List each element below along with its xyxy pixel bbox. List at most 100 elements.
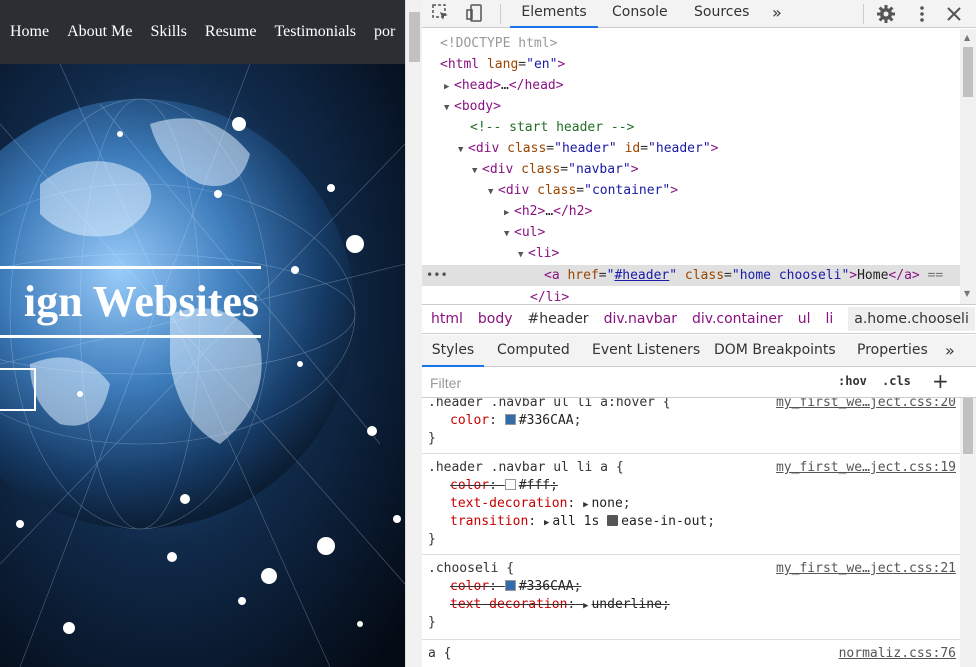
style-property-overridden[interactable]: color: #336CAA;	[450, 578, 581, 596]
tag-name: a	[904, 268, 912, 283]
dom-node-doctype[interactable]: <!DOCTYPE html>	[422, 33, 960, 54]
rule-selector[interactable]: a {	[428, 645, 451, 663]
scroll-up-icon[interactable]: ▲	[964, 33, 970, 42]
collapse-triangle-icon[interactable]: ▼	[472, 161, 482, 182]
breadcrumb-navbar[interactable]: div.navbar	[604, 311, 677, 327]
style-property[interactable]: text-decoration: ▶ none;	[450, 495, 631, 513]
expand-triangle-icon[interactable]: ▶	[504, 203, 514, 224]
collapse-triangle-icon[interactable]: ▼	[518, 245, 528, 266]
expand-arrow-icon[interactable]: ▶	[544, 514, 549, 532]
style-property[interactable]: transition: ▶ all 1s ease-in-out;	[450, 513, 715, 531]
dom-tree[interactable]: <!DOCTYPE html> <html lang="en"> ▶ <head>…	[422, 29, 960, 304]
rule-selector[interactable]: .header .navbar ul li a {	[428, 459, 624, 477]
attr-name: lang	[486, 57, 519, 72]
breadcrumb-body[interactable]: body	[478, 311, 513, 327]
breadcrumb-html[interactable]: html	[431, 311, 463, 327]
rule-source-link[interactable]: my_first_we…ject.css:19	[776, 459, 956, 477]
easing-editor-icon[interactable]	[607, 515, 619, 526]
more-subtabs-button[interactable]: »	[945, 335, 955, 367]
tab-elements[interactable]: Elements	[510, 0, 598, 28]
styles-scrollbar[interactable]	[960, 398, 976, 667]
styles-filter-bar: :hov .cls +	[422, 368, 976, 398]
dom-node-li[interactable]: ▼ <li>	[422, 243, 960, 264]
nav-link-portfolio[interactable]: por	[374, 23, 395, 41]
collapse-triangle-icon[interactable]: ▼	[458, 140, 468, 161]
breadcrumb-container[interactable]: div.container	[692, 311, 783, 327]
attr-link-value[interactable]: #header	[614, 268, 669, 283]
breadcrumb-anchor[interactable]: a.home.chooseli	[848, 307, 975, 331]
breadcrumb-header[interactable]: #header	[528, 311, 589, 327]
collapse-triangle-icon[interactable]: ▼	[504, 224, 514, 245]
rule-selector[interactable]: .chooseli {	[428, 560, 514, 578]
subtab-computed[interactable]: Computed	[497, 335, 570, 367]
nav-link-about[interactable]: About Me	[67, 23, 132, 41]
style-rules-pane[interactable]: .header .navbar ul li a:hover { my_first…	[422, 398, 960, 667]
dom-node-body[interactable]: ▼ <body>	[422, 96, 960, 117]
tab-console[interactable]: Console	[612, 0, 668, 28]
tab-sources[interactable]: Sources	[694, 0, 749, 28]
dom-node-li-close[interactable]: </li>	[422, 287, 960, 304]
scroll-down-icon[interactable]: ▼	[964, 289, 970, 298]
color-swatch[interactable]	[504, 414, 516, 425]
rule-source-link[interactable]: my_first_we…ject.css:21	[776, 560, 956, 578]
page-scrollbar[interactable]	[405, 0, 422, 667]
styles-scrollbar-thumb[interactable]	[963, 398, 973, 454]
class-toggle[interactable]: .cls	[882, 374, 911, 388]
expand-arrow-icon[interactable]: ▶	[583, 597, 588, 615]
breadcrumb-ul[interactable]: ul	[798, 311, 811, 327]
color-swatch[interactable]	[504, 479, 516, 490]
nav-link-resume[interactable]: Resume	[205, 23, 257, 41]
device-toolbar-icon[interactable]	[464, 2, 486, 24]
dom-node-header-div[interactable]: ▼ <div class="header" id="header">	[422, 138, 960, 159]
dom-scrollbar-thumb[interactable]	[963, 47, 973, 97]
hero-button[interactable]	[0, 368, 36, 411]
node-actions-dots[interactable]: •••	[426, 265, 448, 286]
rule-selector[interactable]: .header .navbar ul li a:hover {	[428, 398, 671, 412]
dom-node-anchor-selected[interactable]: ••• <a href="#header" class="home choosel…	[422, 265, 960, 286]
nav-link-skills[interactable]: Skills	[150, 23, 186, 41]
dom-node-container-div[interactable]: ▼ <div class="container">	[422, 180, 960, 201]
subtab-dom-breakpoints[interactable]: DOM Breakpoints	[714, 335, 836, 367]
breadcrumb-li[interactable]: li	[826, 311, 834, 327]
dom-node-head[interactable]: ▶ <head>…</head>	[422, 75, 960, 96]
collapse-triangle-icon[interactable]: ▼	[444, 98, 454, 119]
rule-source-link[interactable]: my_first_we…ject.css:20	[776, 398, 956, 412]
style-rule[interactable]: .header .navbar ul li a:hover { my_first…	[422, 398, 960, 454]
dom-node-h2[interactable]: ▶ <h2>…</h2>	[422, 201, 960, 222]
rule-source-link[interactable]: normaliz.css:76	[839, 645, 956, 663]
dom-tree-scrollbar[interactable]: ▲ ▼	[960, 29, 976, 304]
attr-value: header	[655, 141, 703, 156]
nav-link-home[interactable]: Home	[10, 23, 49, 41]
page-scrollbar-thumb[interactable]	[409, 12, 420, 62]
subtab-styles[interactable]: Styles	[422, 335, 484, 367]
more-tabs-button[interactable]: »	[772, 0, 782, 28]
style-rule[interactable]: a { normaliz.css:76	[422, 641, 960, 667]
styles-filter-input[interactable]	[426, 372, 824, 394]
kebab-menu-icon[interactable]	[914, 2, 930, 26]
expand-arrow-icon[interactable]: ▶	[583, 496, 588, 514]
inspect-element-icon[interactable]	[430, 2, 452, 24]
dom-node-navbar-div[interactable]: ▼ <div class="navbar">	[422, 159, 960, 180]
color-swatch[interactable]	[504, 580, 516, 591]
dom-node-html[interactable]: <html lang="en">	[422, 54, 960, 75]
expand-triangle-icon[interactable]: ▶	[444, 77, 454, 98]
gear-icon[interactable]	[874, 2, 898, 26]
dom-node-comment[interactable]: <!-- start header -->	[422, 117, 960, 138]
collapse-triangle-icon[interactable]: ▼	[488, 182, 498, 203]
tag-name: ul	[521, 225, 538, 240]
close-icon[interactable]	[942, 2, 966, 26]
attr-name: href	[567, 268, 599, 283]
nav-link-testimonials[interactable]: Testimonials	[274, 23, 356, 41]
hover-state-toggle[interactable]: :hov	[838, 374, 867, 388]
subtab-event-listeners[interactable]: Event Listeners	[592, 335, 700, 367]
style-rule[interactable]: .header .navbar ul li a { my_first_we…je…	[422, 455, 960, 555]
dom-node-ul[interactable]: ▼ <ul>	[422, 222, 960, 243]
node-text: Home	[857, 268, 889, 283]
tag-name: li	[545, 290, 562, 304]
new-rule-button[interactable]: +	[932, 370, 949, 392]
style-property-overridden[interactable]: color: #fff;	[450, 477, 558, 495]
subtab-properties[interactable]: Properties	[857, 335, 928, 367]
style-property[interactable]: color: #336CAA;	[450, 412, 581, 430]
style-rule[interactable]: .chooseli { my_first_we…ject.css:21 colo…	[422, 556, 960, 640]
style-property-overridden[interactable]: text-decoration: ▶ underline;	[450, 596, 670, 614]
